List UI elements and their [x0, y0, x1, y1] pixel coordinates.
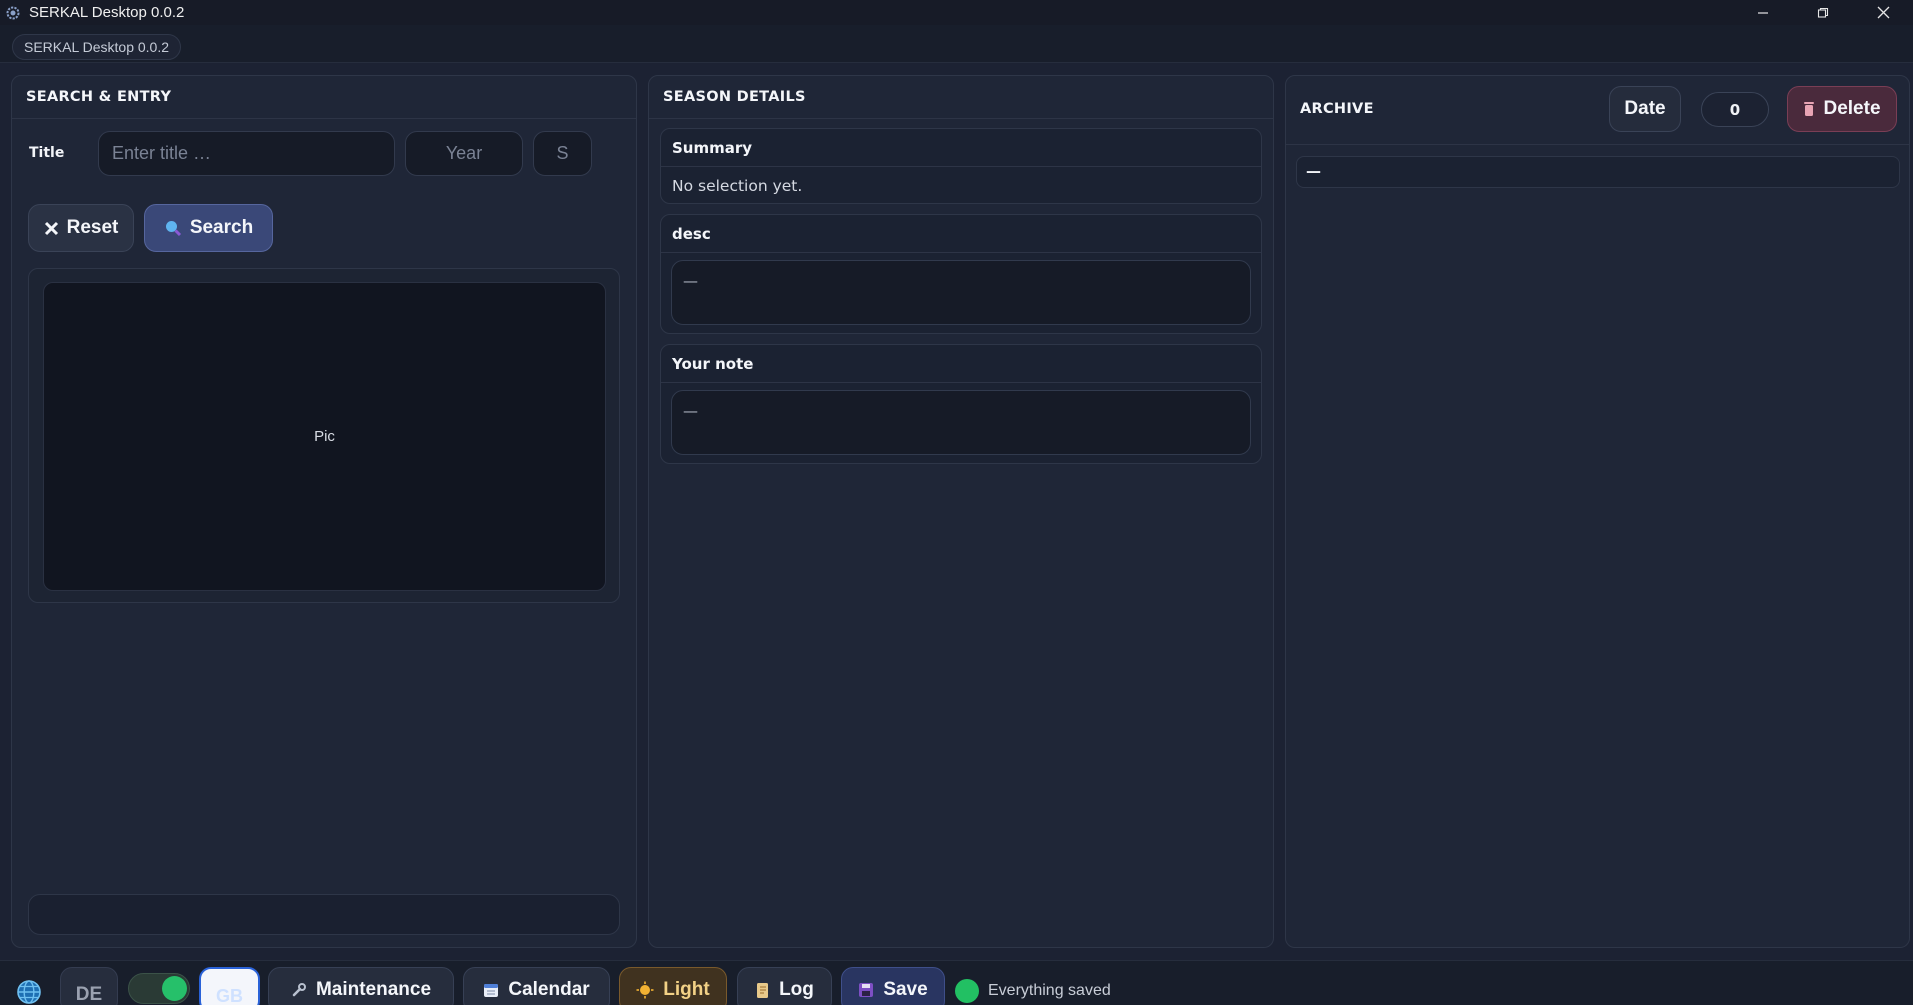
card-divider: [661, 166, 1261, 167]
light-theme-button[interactable]: Light: [619, 967, 727, 1005]
app-tab[interactable]: SERKAL Desktop 0.0.2: [12, 34, 182, 60]
maintenance-button[interactable]: Maintenance: [268, 967, 454, 1005]
search-entry-panel: SEARCH & ENTRY Title Reset Search Pic: [11, 75, 637, 948]
tab-strip: SERKAL Desktop 0.0.2: [0, 25, 1913, 63]
language-gb-label: GB: [216, 985, 243, 1005]
archive-count-badge: 0: [1701, 92, 1769, 127]
status-indicator-dot: [955, 979, 979, 1003]
globe-icon: [17, 980, 41, 1004]
note-card: Your note —: [660, 344, 1262, 464]
desc-value: —: [683, 272, 698, 290]
calendar-button[interactable]: Calendar: [463, 967, 610, 1005]
date-sort-button[interactable]: Date: [1609, 86, 1681, 132]
log-label: Log: [779, 979, 814, 1000]
note-title: Your note: [672, 355, 754, 373]
status-bar: DE GB Maintenance Calendar Light Log Sav…: [0, 960, 1913, 1005]
search-panel-title: SEARCH & ENTRY: [26, 89, 172, 105]
language-gb-button[interactable]: GB: [199, 967, 260, 1005]
picture-frame: Pic: [28, 268, 620, 603]
panel-divider: [649, 118, 1273, 119]
app-gear-icon: [6, 6, 20, 19]
log-button[interactable]: Log: [737, 967, 832, 1005]
toggle-knob: [162, 976, 187, 1001]
delete-label: Delete: [1823, 98, 1881, 119]
delete-button[interactable]: Delete: [1787, 86, 1897, 132]
season-input[interactable]: [533, 131, 592, 176]
close-icon: [44, 221, 58, 235]
close-window-button[interactable]: [1853, 0, 1913, 25]
panel-divider: [12, 118, 636, 119]
calendar-icon: [484, 984, 499, 997]
desc-title: desc: [672, 225, 711, 243]
scroll-icon: [757, 982, 769, 998]
reset-label: Reset: [66, 217, 119, 238]
restore-icon: [1817, 7, 1829, 18]
minimize-icon: [1758, 11, 1768, 14]
date-label: Date: [1624, 98, 1666, 119]
search-icon: [165, 221, 181, 237]
calendar-label: Calendar: [508, 979, 590, 1000]
panel-divider: [1286, 144, 1909, 145]
floppy-disk-icon: [859, 983, 874, 997]
bottom-entry-field[interactable]: [28, 894, 620, 935]
language-toggle[interactable]: [128, 973, 190, 1004]
list-item[interactable]: —: [1296, 156, 1900, 188]
season-details-panel: SEASON DETAILS Summary No selection yet.…: [648, 75, 1274, 948]
note-value: —: [683, 402, 698, 420]
note-field[interactable]: —: [671, 390, 1251, 455]
trash-icon: [1804, 102, 1815, 116]
title-label: Title: [29, 145, 65, 161]
window-title: SERKAL Desktop 0.0.2: [29, 4, 185, 21]
save-status-text: Everything saved: [988, 982, 1111, 999]
summary-text: No selection yet.: [672, 177, 803, 195]
desc-field[interactable]: —: [671, 260, 1251, 325]
save-button[interactable]: Save: [841, 967, 945, 1005]
archive-panel-title: ARCHIVE: [1300, 101, 1374, 117]
sun-icon: [636, 981, 654, 999]
card-divider: [661, 382, 1261, 383]
light-label: Light: [663, 979, 710, 1000]
season-panel-title: SEASON DETAILS: [663, 89, 806, 105]
language-de-button[interactable]: DE: [60, 967, 118, 1005]
maintenance-label: Maintenance: [315, 979, 432, 1000]
language-de-label: DE: [75, 984, 103, 1005]
archive-row-value: —: [1306, 162, 1321, 180]
restore-button[interactable]: [1793, 0, 1853, 25]
search-label: Search: [189, 217, 254, 238]
summary-title: Summary: [672, 139, 753, 157]
save-label: Save: [883, 979, 928, 1000]
card-divider: [661, 252, 1261, 253]
archive-panel: ARCHIVE Date 0 Delete —: [1285, 75, 1910, 948]
close-icon: [1877, 6, 1889, 19]
search-button[interactable]: Search: [144, 204, 273, 252]
window-titlebar: SERKAL Desktop 0.0.2: [0, 0, 1913, 25]
title-input[interactable]: [98, 131, 395, 176]
minimize-button[interactable]: [1733, 0, 1793, 25]
desc-card: desc —: [660, 214, 1262, 334]
year-input[interactable]: [405, 131, 523, 176]
reset-button[interactable]: Reset: [28, 204, 134, 252]
picture-label: Pic: [314, 428, 335, 445]
picture-placeholder: Pic: [43, 282, 606, 591]
wrench-icon: [292, 983, 306, 997]
summary-card: Summary No selection yet.: [660, 128, 1262, 204]
